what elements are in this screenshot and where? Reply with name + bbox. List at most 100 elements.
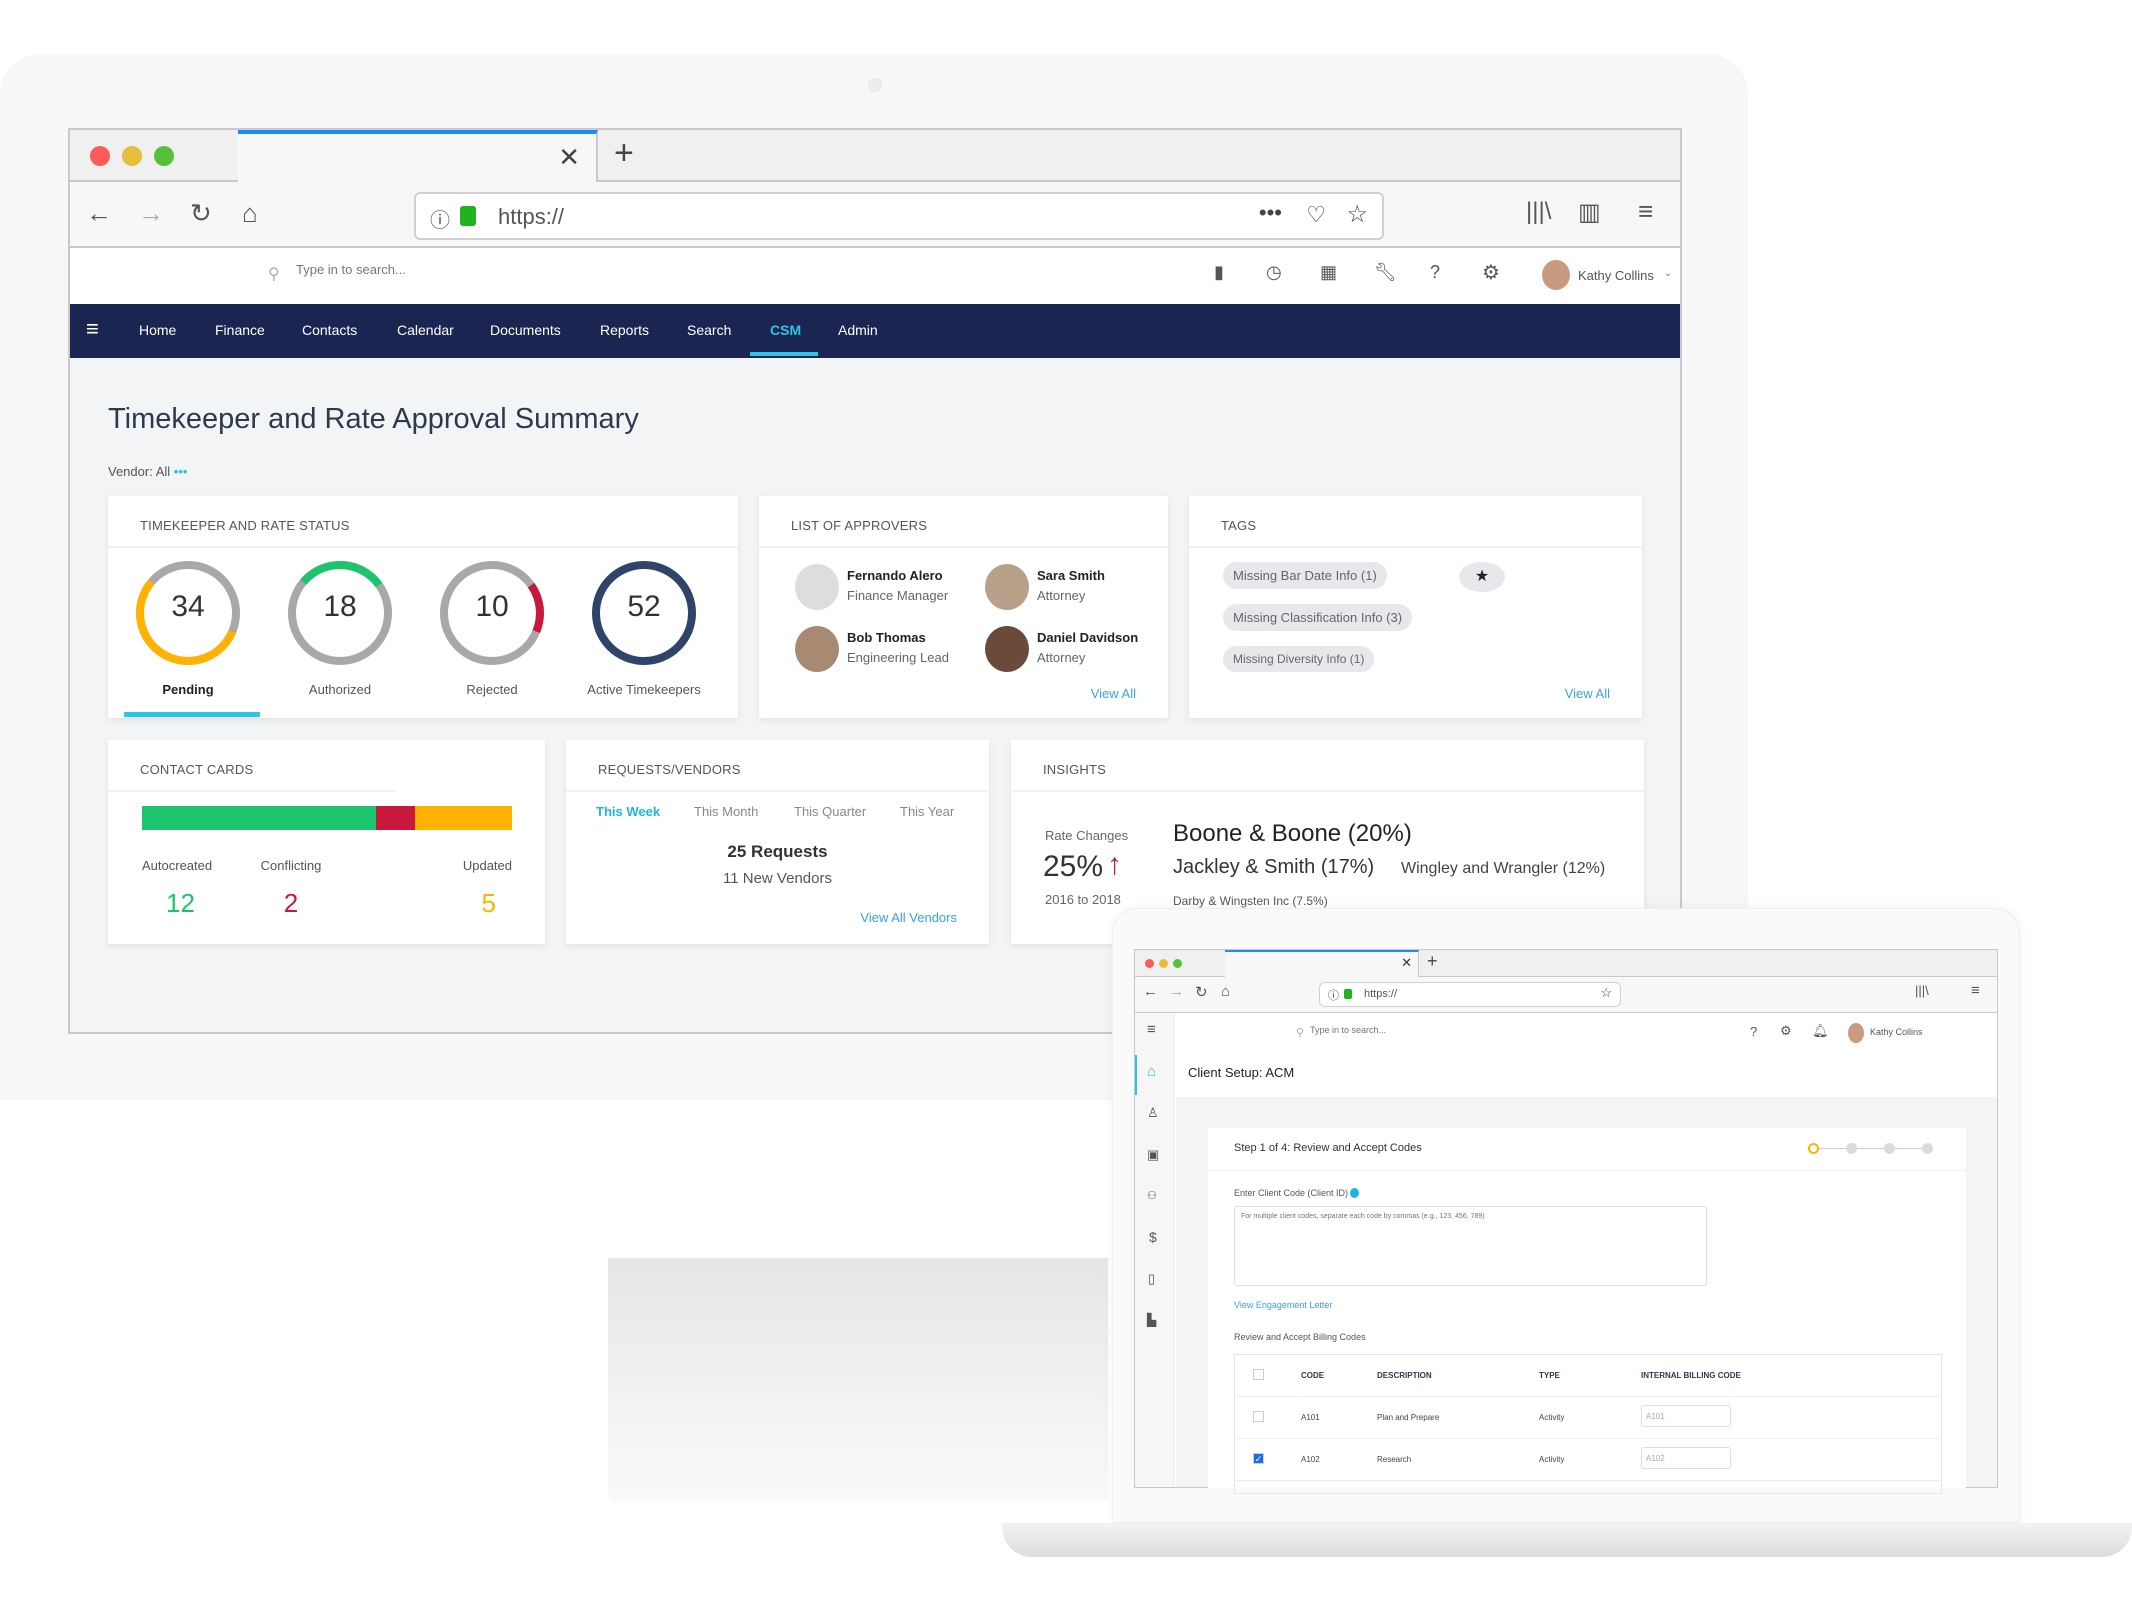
reload-icon[interactable]: ↻	[1195, 983, 1208, 1001]
maximize-window-button[interactable]	[1173, 959, 1182, 968]
browser-tab[interactable]: ✕	[1225, 950, 1419, 977]
dollar-icon[interactable]: $	[1149, 1229, 1157, 1245]
help-icon[interactable]: ?	[1430, 262, 1440, 283]
search-input[interactable]	[1310, 1025, 1510, 1035]
nav-reports[interactable]: Reports	[600, 322, 649, 338]
status-ring-active-timekeepers[interactable]: 52	[589, 558, 699, 668]
client-code-input[interactable]	[1234, 1206, 1707, 1286]
nav-csm[interactable]: CSM	[770, 322, 801, 338]
minimize-window-button[interactable]	[122, 146, 142, 166]
tab-this-week[interactable]: This Week	[596, 804, 660, 819]
home-icon[interactable]: ⌂	[1147, 1063, 1156, 1080]
approver-item[interactable]: Sara Smith Attorney	[985, 562, 1165, 612]
close-icon[interactable]: ✕	[558, 142, 580, 173]
chevron-down-icon[interactable]: ⌄	[1664, 268, 1672, 279]
invoice-icon[interactable]: ▯	[1148, 1271, 1155, 1287]
table-row[interactable]: A101 Plan and Prepare Activity	[1235, 1397, 1941, 1439]
vendor-filter[interactable]: Vendor: All •••	[108, 464, 187, 479]
hamburger-icon[interactable]: ≡	[86, 316, 99, 342]
minimize-window-button[interactable]	[1159, 959, 1168, 968]
bell-icon[interactable]: 🔔︎	[1812, 1023, 1829, 1039]
briefcase-icon[interactable]: ▣	[1147, 1147, 1159, 1163]
hamburger-icon[interactable]: ≡	[1147, 1021, 1156, 1038]
select-all-checkbox[interactable]	[1253, 1369, 1264, 1380]
status-ring-pending[interactable]: 34	[133, 558, 243, 668]
status-ring-authorized[interactable]: 18	[285, 558, 395, 668]
vendor-more-button[interactable]: •••	[174, 464, 188, 479]
view-all-vendors-link[interactable]: View All Vendors	[860, 910, 957, 925]
tab-this-year[interactable]: This Year	[900, 804, 954, 819]
close-window-button[interactable]	[1145, 959, 1154, 968]
wrench-icon[interactable]: 🔧︎	[1374, 262, 1397, 283]
avatar[interactable]	[1848, 1023, 1864, 1043]
chart-icon[interactable]: ▙	[1147, 1313, 1156, 1327]
close-window-button[interactable]	[90, 146, 110, 166]
library-icon[interactable]: |||\	[1915, 983, 1929, 998]
forward-icon[interactable]: →	[138, 198, 164, 229]
tag-chip[interactable]: Missing Diversity Info (1)	[1223, 646, 1375, 672]
internal-billing-code-input[interactable]	[1641, 1447, 1731, 1469]
more-icon[interactable]: •••	[1259, 200, 1282, 226]
table-row[interactable]: ✓ A102 Research Activity	[1235, 1439, 1941, 1481]
settings-gear-icon[interactable]: ⚙	[1482, 260, 1500, 285]
nav-finance[interactable]: Finance	[215, 322, 265, 338]
reload-icon[interactable]: ↻	[190, 198, 212, 229]
nav-calendar[interactable]: Calendar	[397, 322, 454, 338]
bookmark-icon[interactable]: ▮	[1214, 262, 1224, 283]
row-checkbox[interactable]: ✓	[1253, 1453, 1264, 1464]
forward-icon[interactable]: →	[1169, 983, 1184, 1000]
plus-icon[interactable]: +	[1427, 951, 1438, 972]
tag-chip[interactable]: Missing Bar Date Info (1)	[1223, 562, 1387, 589]
status-ring-rejected[interactable]: 10	[437, 558, 547, 668]
approver-item[interactable]: Fernando Alero Finance Manager	[795, 562, 975, 612]
help-icon[interactable]: ?	[1750, 1024, 1757, 1039]
pocket-icon[interactable]: ♡	[1306, 202, 1326, 228]
internal-billing-code-input[interactable]	[1641, 1405, 1731, 1427]
avatar[interactable]	[1542, 260, 1570, 290]
maximize-window-button[interactable]	[154, 146, 174, 166]
search-input[interactable]	[296, 262, 596, 277]
back-icon[interactable]: ←	[86, 198, 112, 229]
user-name[interactable]: Kathy Collins	[1870, 1027, 1923, 1037]
library-icon[interactable]: |||\	[1526, 198, 1551, 226]
info-icon[interactable]: ⓘ	[1328, 987, 1339, 1003]
nav-contacts[interactable]: Contacts	[302, 322, 357, 338]
nav-admin[interactable]: Admin	[838, 322, 878, 338]
bookmark-star-icon[interactable]: ☆	[1600, 985, 1612, 1001]
menu-icon[interactable]: ≡	[1971, 982, 1980, 999]
group-icon[interactable]: ⚇	[1147, 1189, 1157, 1202]
browser-tab[interactable]: ✕	[238, 130, 598, 182]
url-bar[interactable]: https:// ⓘ ☆	[1319, 982, 1621, 1007]
row-type: Activity	[1539, 1455, 1565, 1464]
tag-chip[interactable]: Missing Classification Info (3)	[1223, 604, 1413, 631]
nav-search[interactable]: Search	[687, 322, 731, 338]
person-icon[interactable]: ♙	[1147, 1105, 1159, 1121]
menu-icon[interactable]: ≡	[1638, 196, 1653, 227]
row-checkbox[interactable]	[1253, 1411, 1264, 1422]
help-icon[interactable]	[1350, 1188, 1359, 1198]
home-icon[interactable]: ⌂	[1221, 983, 1230, 1000]
bar-segment	[375, 806, 415, 830]
home-icon[interactable]: ⌂	[242, 198, 258, 229]
approvers-view-all-link[interactable]: View All	[1091, 686, 1136, 701]
approver-item[interactable]: Daniel Davidson Attorney	[985, 624, 1165, 674]
view-engagement-letter-link[interactable]: View Engagement Letter	[1234, 1300, 1332, 1310]
star-icon[interactable]: ★	[1459, 562, 1505, 592]
plus-icon[interactable]: +	[614, 134, 634, 173]
approver-item[interactable]: Bob Thomas Engineering Lead	[795, 624, 975, 674]
url-bar[interactable]: ⓘ https:// ••• ♡ ☆	[414, 192, 1384, 240]
nav-documents[interactable]: Documents	[490, 322, 561, 338]
tab-this-month[interactable]: This Month	[694, 804, 758, 819]
close-icon[interactable]: ✕	[1401, 955, 1412, 971]
nav-home[interactable]: Home	[139, 322, 176, 338]
user-name[interactable]: Kathy Collins	[1578, 268, 1654, 283]
clock-icon[interactable]: ◷	[1266, 262, 1282, 283]
bookmark-star-icon[interactable]: ☆	[1346, 200, 1368, 229]
sidebar-icon[interactable]: ▥	[1578, 198, 1601, 227]
apps-grid-icon[interactable]: ▦	[1320, 262, 1337, 283]
back-icon[interactable]: ←	[1143, 983, 1158, 1000]
settings-gear-icon[interactable]: ⚙	[1780, 1023, 1792, 1039]
info-icon[interactable]: ⓘ	[430, 204, 450, 233]
tab-this-quarter[interactable]: This Quarter	[794, 804, 866, 819]
tags-view-all-link[interactable]: View All	[1565, 686, 1610, 701]
